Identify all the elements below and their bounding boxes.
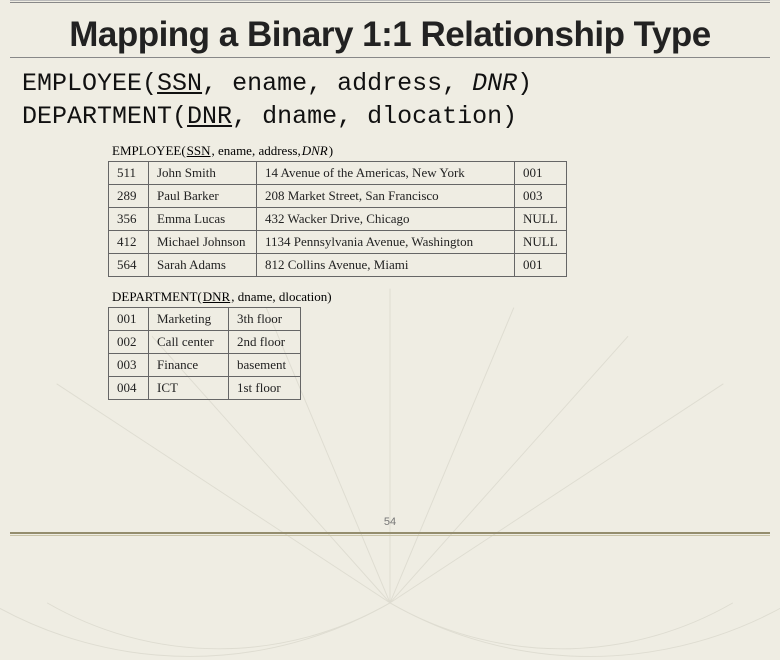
cap-rel: EMPLOYEE(: [112, 143, 186, 159]
cell-dlocation: basement: [229, 354, 301, 377]
cell-ssn: 289: [109, 185, 149, 208]
tables-area: EMPLOYEE(SSN, ename, address, DNR) 511Jo…: [108, 141, 780, 400]
table-row: 004ICT1st floor: [109, 377, 301, 400]
rel-name: DEPARTMENT: [22, 102, 172, 131]
cell-ssn: 511: [109, 162, 149, 185]
cell-dname: Marketing: [149, 308, 229, 331]
cell-ssn: 564: [109, 254, 149, 277]
employee-table: 511John Smith14 Avenue of the Americas, …: [108, 161, 567, 277]
cell-dnr: NULL: [515, 208, 567, 231]
table-row: 289Paul Barker208 Market Street, San Fra…: [109, 185, 567, 208]
cell-dnr: 003: [109, 354, 149, 377]
cap-key: SSN: [187, 143, 211, 159]
cell-dname: Finance: [149, 354, 229, 377]
cap-rest: , dname, dlocation): [231, 289, 331, 305]
cell-ename: Emma Lucas: [149, 208, 257, 231]
employee-caption: EMPLOYEE(SSN, ename, address, DNR): [108, 141, 780, 161]
cap-end: ): [329, 143, 333, 159]
table-row: 001Marketing3th floor: [109, 308, 301, 331]
title-rule-bottom: [10, 57, 770, 58]
attrs: , ename, address,: [202, 69, 472, 98]
department-table: 001Marketing3th floor002Call center2nd f…: [108, 307, 301, 400]
pk-dnr: DNR: [187, 102, 232, 131]
rel-name: EMPLOYEE: [22, 69, 142, 98]
paren: (: [142, 69, 157, 98]
fk-dnr: DNR: [472, 69, 517, 98]
cell-dnr: 004: [109, 377, 149, 400]
cell-address: 812 Collins Avenue, Miami: [257, 254, 515, 277]
department-caption: DEPARTMENT(DNR, dname, dlocation): [108, 287, 780, 307]
cell-dnr: 001: [109, 308, 149, 331]
cell-dnr: 001: [515, 254, 567, 277]
cell-ename: Sarah Adams: [149, 254, 257, 277]
cell-ename: Paul Barker: [149, 185, 257, 208]
close: ): [517, 69, 532, 98]
table-row: 003Financebasement: [109, 354, 301, 377]
cap-rest: , ename, address,: [212, 143, 301, 159]
cell-address: 432 Wacker Drive, Chicago: [257, 208, 515, 231]
title-rule-top: [10, 0, 770, 3]
cell-dnr: NULL: [515, 231, 567, 254]
cell-dnr: 003: [515, 185, 567, 208]
schema-employee: EMPLOYEE(SSN, ename, address, DNR): [22, 68, 760, 101]
cell-dnr: 002: [109, 331, 149, 354]
cap-key: DNR: [203, 289, 230, 305]
cell-address: 14 Avenue of the Americas, New York: [257, 162, 515, 185]
cell-ename: Michael Johnson: [149, 231, 257, 254]
table-row: 412Michael Johnson1134 Pennsylvania Aven…: [109, 231, 567, 254]
cap-rel: DEPARTMENT(: [112, 289, 202, 305]
cell-dnr: 001: [515, 162, 567, 185]
schema-department: DEPARTMENT(DNR, dname, dlocation): [22, 101, 760, 134]
table-row: 511John Smith14 Avenue of the Americas, …: [109, 162, 567, 185]
schema-definitions: EMPLOYEE(SSN, ename, address, DNR) DEPAR…: [22, 68, 760, 133]
cell-dlocation: 2nd floor: [229, 331, 301, 354]
table-row: 356Emma Lucas432 Wacker Drive, ChicagoNU…: [109, 208, 567, 231]
slide-title: Mapping a Binary 1:1 Relationship Type: [0, 15, 780, 55]
cell-ename: John Smith: [149, 162, 257, 185]
cell-ssn: 412: [109, 231, 149, 254]
title-area: Mapping a Binary 1:1 Relationship Type: [0, 11, 780, 55]
cell-address: 208 Market Street, San Francisco: [257, 185, 515, 208]
cell-address: 1134 Pennsylvania Avenue, Washington: [257, 231, 515, 254]
cell-dname: Call center: [149, 331, 229, 354]
paren: (: [172, 102, 187, 131]
table-row: 564Sarah Adams812 Collins Avenue, Miami0…: [109, 254, 567, 277]
cell-ssn: 356: [109, 208, 149, 231]
department-block: DEPARTMENT(DNR, dname, dlocation) 001Mar…: [108, 287, 780, 400]
cell-dlocation: 3th floor: [229, 308, 301, 331]
page-number: 54: [384, 516, 396, 528]
cell-dlocation: 1st floor: [229, 377, 301, 400]
footer-rule: [10, 532, 770, 536]
cap-fk: DNR: [302, 143, 328, 159]
table-row: 002Call center2nd floor: [109, 331, 301, 354]
attrs: , dname, dlocation): [232, 102, 517, 131]
pk-ssn: SSN: [157, 69, 202, 98]
cell-dname: ICT: [149, 377, 229, 400]
